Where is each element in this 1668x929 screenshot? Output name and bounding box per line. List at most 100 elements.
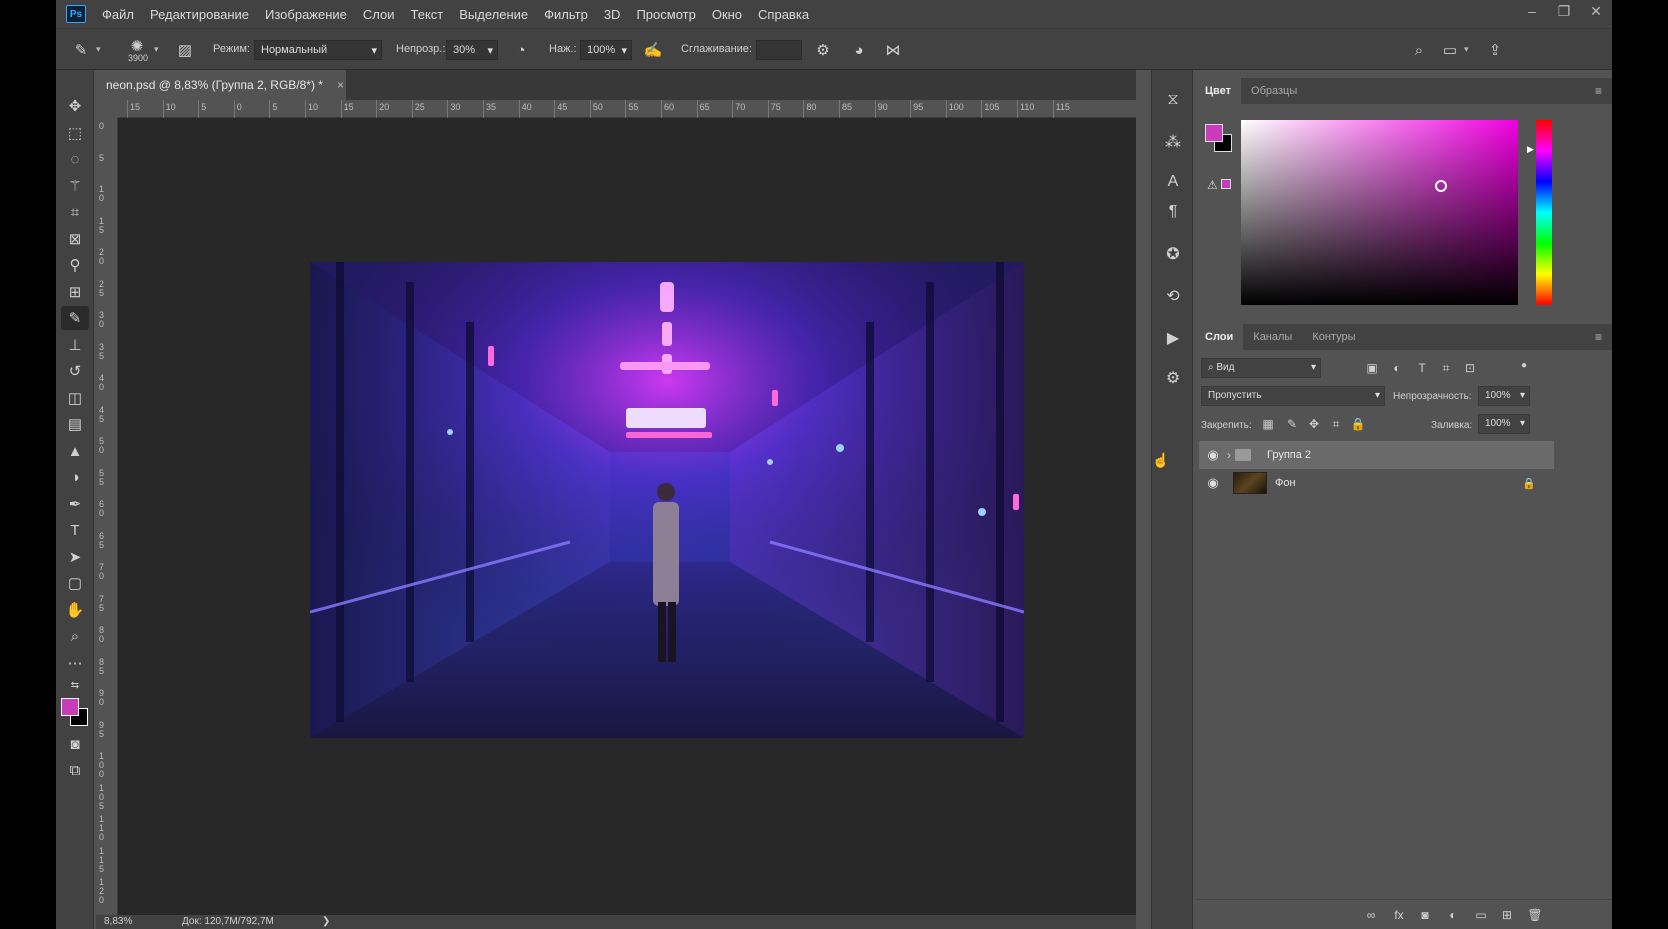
zoom-level[interactable]: 8,83% bbox=[104, 916, 132, 927]
opacity-input[interactable]: 30% ▾ bbox=[446, 40, 498, 60]
menu-edit[interactable]: Редактирование bbox=[150, 7, 249, 22]
menu-window[interactable]: Окно bbox=[712, 7, 742, 22]
lock-position-icon[interactable]: ✥ bbox=[1305, 415, 1323, 433]
pressure-opacity-icon[interactable]: ◔ bbox=[510, 39, 532, 61]
crop-tool-icon[interactable]: ⌗ bbox=[61, 200, 89, 224]
menu-layers[interactable]: Слои bbox=[363, 7, 395, 22]
dodge-tool-icon[interactable]: ◑ bbox=[61, 465, 89, 489]
chevron-down-icon[interactable]: ▾ bbox=[154, 44, 164, 54]
tab-layers[interactable]: Слои bbox=[1195, 324, 1244, 350]
chevron-down-icon[interactable]: ▾ bbox=[96, 44, 106, 54]
symmetry-icon[interactable]: ⋈ bbox=[882, 39, 904, 61]
menu-select[interactable]: Выделение bbox=[459, 7, 528, 22]
clone-stamp-tool-icon[interactable]: ⊥ bbox=[61, 333, 89, 357]
close-window-button[interactable]: ✕ bbox=[1580, 0, 1612, 22]
history-brush-tool-icon[interactable]: ↺ bbox=[61, 359, 89, 383]
close-icon[interactable]: × bbox=[337, 78, 344, 92]
filter-toggle-icon[interactable]: ● bbox=[1515, 356, 1533, 374]
hand-tool-icon[interactable]: ✋ bbox=[61, 598, 89, 622]
frame-tool-icon[interactable]: ⊠ bbox=[61, 227, 89, 251]
path-selection-tool-icon[interactable]: ➤ bbox=[61, 545, 89, 569]
history-icon[interactable]: ⧖ bbox=[1161, 88, 1185, 112]
menu-view[interactable]: Просмотр bbox=[636, 7, 695, 22]
paragraph-icon[interactable]: ¶ bbox=[1161, 200, 1185, 224]
lock-pixels-icon[interactable]: ✎ bbox=[1283, 415, 1301, 433]
pressure-size-icon[interactable]: ◕ bbox=[848, 39, 870, 61]
tab-color[interactable]: Цвет bbox=[1195, 78, 1242, 104]
layer-fill-input[interactable]: 100% ▾ bbox=[1478, 414, 1530, 434]
document-image[interactable] bbox=[310, 262, 1024, 738]
search-icon[interactable]: ⌕ bbox=[1408, 39, 1430, 61]
lock-artboard-icon[interactable]: ⌗ bbox=[1327, 415, 1345, 433]
brush-tool-preset-icon[interactable]: ✎ bbox=[70, 39, 92, 61]
blend-mode-select[interactable]: Пропустить ▾ bbox=[1201, 386, 1385, 406]
minimize-button[interactable]: – bbox=[1516, 0, 1548, 22]
actions-play-icon[interactable]: ▶ bbox=[1161, 326, 1185, 350]
brush-settings-panel-icon[interactable]: ⁂ bbox=[1161, 130, 1185, 154]
filter-smart-object-icon[interactable]: ⊡ bbox=[1461, 359, 1479, 377]
chevron-right-icon[interactable]: › bbox=[1227, 448, 1231, 462]
menu-filter[interactable]: Фильтр bbox=[544, 7, 588, 22]
adjustment-layer-icon[interactable]: ◐ bbox=[1443, 906, 1463, 924]
color-picker-field[interactable] bbox=[1241, 120, 1518, 305]
new-layer-icon[interactable]: ⊞ bbox=[1497, 906, 1517, 924]
trash-icon[interactable]: 🗑 bbox=[1525, 906, 1545, 924]
type-tool-icon[interactable]: T bbox=[61, 518, 89, 542]
link-layers-icon[interactable]: ∞ bbox=[1361, 906, 1381, 924]
libraries-icon[interactable]: ⟲ bbox=[1161, 284, 1185, 308]
layer-name[interactable]: Группа 2 bbox=[1267, 449, 1311, 461]
canvas-area[interactable] bbox=[118, 118, 1136, 915]
filter-pixel-icon[interactable]: ▣ bbox=[1363, 359, 1381, 377]
swap-colors-icon[interactable]: ⇆ bbox=[61, 678, 89, 692]
layer-name[interactable]: Фон bbox=[1275, 477, 1296, 489]
airbrush-icon[interactable]: ✍ bbox=[642, 39, 664, 61]
flow-input[interactable]: 100% ▾ bbox=[580, 40, 632, 60]
menu-help[interactable]: Справка bbox=[758, 7, 809, 22]
blur-tool-icon[interactable]: ▲ bbox=[61, 439, 89, 463]
visibility-eye-icon[interactable]: ◉ bbox=[1203, 473, 1223, 493]
chevron-down-icon[interactable]: ▾ bbox=[1464, 44, 1474, 54]
add-mask-icon[interactable]: ◙ bbox=[1415, 906, 1435, 924]
character-icon[interactable]: A bbox=[1161, 170, 1185, 194]
document-tab[interactable]: neon.psd @ 8,83% (Группа 2, RGB/8*) * × bbox=[96, 70, 346, 100]
gear-icon[interactable]: ⚙ bbox=[812, 39, 834, 61]
marquee-tool-icon[interactable]: ⬚ bbox=[61, 121, 89, 145]
brush-settings-icon[interactable]: ▨ bbox=[174, 39, 196, 61]
more-tools-icon[interactable]: ⋯ bbox=[61, 651, 89, 675]
restore-button[interactable]: ❐ bbox=[1548, 0, 1580, 22]
filter-adjustment-icon[interactable]: ◐ bbox=[1388, 359, 1406, 377]
lock-all-icon[interactable]: 🔒 bbox=[1349, 415, 1367, 433]
gamut-color-swatch[interactable] bbox=[1221, 179, 1231, 189]
magic-wand-tool-icon[interactable]: ⚚ bbox=[61, 174, 89, 198]
menu-image[interactable]: Изображение bbox=[265, 7, 347, 22]
filter-shape-icon[interactable]: ⌗ bbox=[1437, 359, 1455, 377]
hue-slider-arrow-icon[interactable]: ▶ bbox=[1527, 144, 1534, 155]
plugin-icon[interactable]: ✪ bbox=[1161, 242, 1185, 266]
eyedropper-tool-icon[interactable]: ⚲ bbox=[61, 253, 89, 277]
visibility-eye-icon[interactable]: ◉ bbox=[1203, 445, 1223, 465]
tab-channels[interactable]: Каналы bbox=[1243, 324, 1302, 350]
rectangle-tool-icon[interactable]: ▢ bbox=[61, 571, 89, 595]
tab-paths[interactable]: Контуры bbox=[1302, 324, 1365, 350]
eraser-tool-icon[interactable]: ◫ bbox=[61, 386, 89, 410]
smoothing-input[interactable] bbox=[756, 40, 802, 60]
pen-tool-icon[interactable]: ✒ bbox=[61, 492, 89, 516]
tab-swatches[interactable]: Образцы bbox=[1241, 78, 1307, 104]
properties-icon[interactable]: ⚙ bbox=[1161, 366, 1185, 390]
workspace-icon[interactable]: ▭ bbox=[1439, 39, 1461, 61]
quick-mask-icon[interactable]: ◙ bbox=[61, 732, 89, 756]
screen-mode-icon[interactable]: ⧉ bbox=[61, 758, 89, 782]
panel-menu-icon[interactable]: ≡ bbox=[1595, 330, 1602, 344]
layer-row-group-2[interactable]: ◉ › Группа 2 bbox=[1199, 441, 1554, 469]
layer-style-fx-icon[interactable]: fx bbox=[1389, 906, 1409, 924]
layer-row-background[interactable]: ◉ Фон 🔒 bbox=[1199, 469, 1554, 497]
panel-menu-icon[interactable]: ≡ bbox=[1595, 84, 1602, 98]
filter-type-icon[interactable]: T bbox=[1413, 359, 1431, 377]
layer-filter-select[interactable]: ⌕ Вид ▾ bbox=[1201, 358, 1321, 378]
hue-slider[interactable] bbox=[1536, 120, 1552, 305]
menu-text[interactable]: Текст bbox=[411, 7, 444, 22]
foreground-color-swatch[interactable] bbox=[61, 698, 79, 716]
foreground-color-swatch[interactable] bbox=[1205, 124, 1223, 142]
healing-brush-tool-icon[interactable]: ⊞ bbox=[61, 280, 89, 304]
share-icon[interactable]: ⇪ bbox=[1484, 39, 1506, 61]
